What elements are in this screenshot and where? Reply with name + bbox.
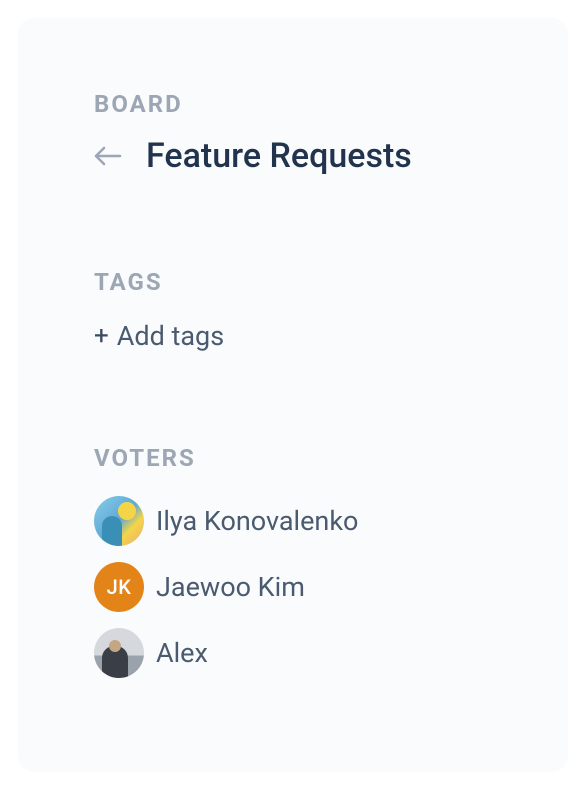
back-arrow-icon[interactable]: [94, 145, 122, 167]
voter-row[interactable]: Alex: [94, 628, 492, 678]
avatar: JK: [94, 562, 144, 612]
board-name[interactable]: Feature Requests: [146, 136, 412, 176]
voters-section: VOTERS Ilya Konovalenko JK Jaewoo Kim Al…: [94, 444, 492, 678]
board-row: Feature Requests: [94, 136, 492, 176]
tags-section: TAGS + Add tags: [94, 268, 492, 352]
tags-section-label: TAGS: [94, 268, 492, 296]
plus-icon: +: [94, 323, 109, 349]
voter-row[interactable]: Ilya Konovalenko: [94, 496, 492, 546]
voters-section-label: VOTERS: [94, 444, 492, 472]
avatar: [94, 496, 144, 546]
board-section-label: BOARD: [94, 90, 492, 118]
voter-name: Jaewoo Kim: [156, 571, 305, 603]
avatar: [94, 628, 144, 678]
voter-row[interactable]: JK Jaewoo Kim: [94, 562, 492, 612]
voter-name: Alex: [156, 637, 208, 669]
voter-name: Ilya Konovalenko: [156, 505, 358, 537]
details-panel: BOARD Feature Requests TAGS + Add tags V…: [18, 18, 568, 772]
add-tags-label: Add tags: [117, 320, 224, 352]
voters-list: Ilya Konovalenko JK Jaewoo Kim Alex: [94, 496, 492, 678]
add-tags-button[interactable]: + Add tags: [94, 320, 492, 352]
